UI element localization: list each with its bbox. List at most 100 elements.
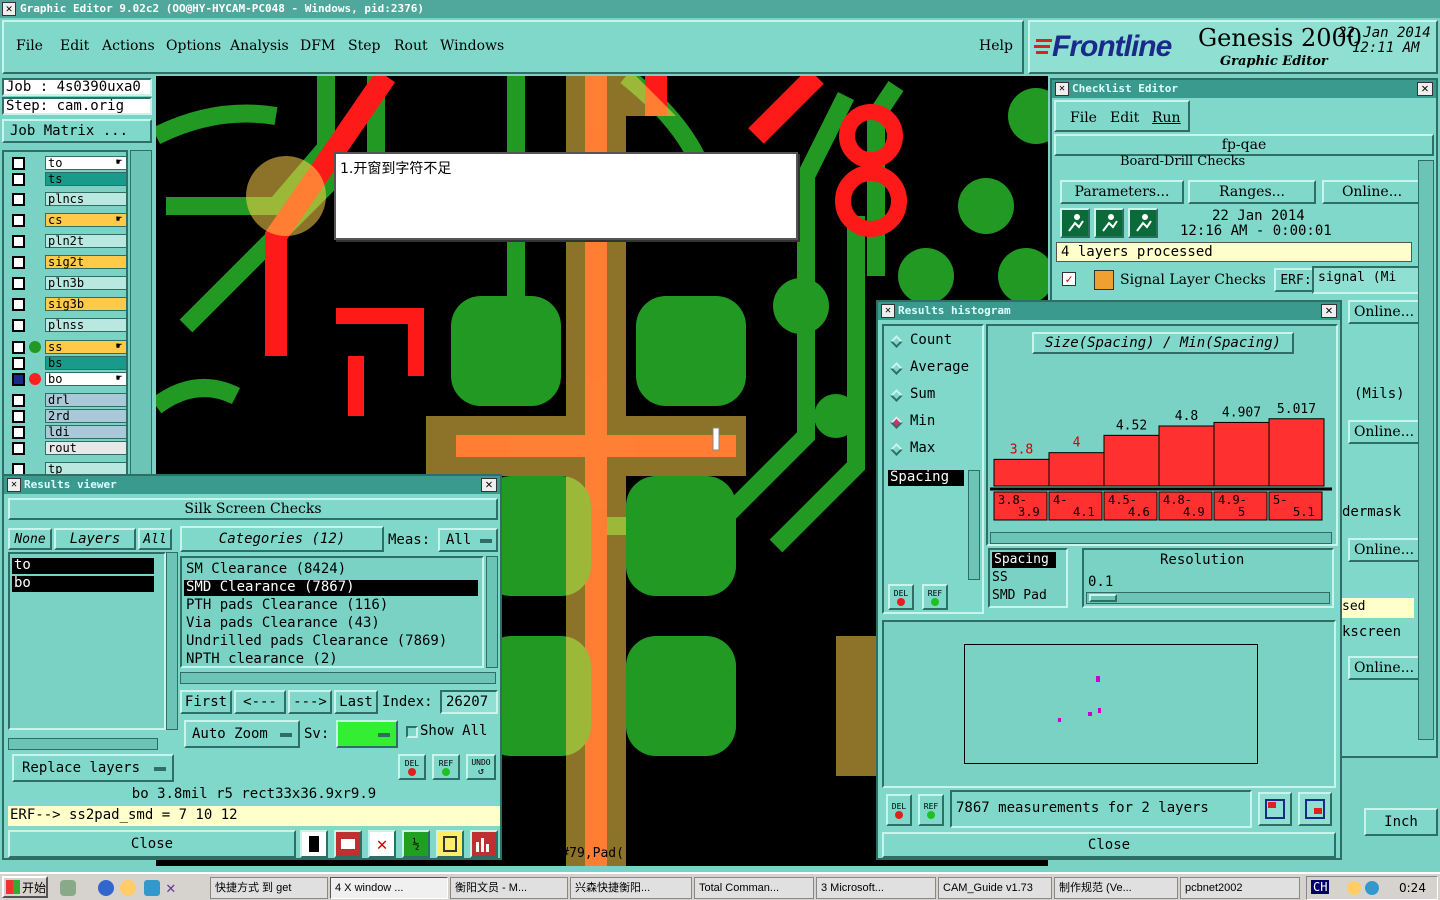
layer-checkbox[interactable] xyxy=(12,357,25,370)
layer-row-bs[interactable]: bs xyxy=(12,356,128,370)
next-button[interactable]: ---> xyxy=(288,690,332,714)
category-list-hscroll[interactable] xyxy=(180,672,496,684)
histogram-bar[interactable] xyxy=(1103,434,1160,487)
start-button[interactable]: 开始 xyxy=(2,876,48,898)
option-sum[interactable]: Sum xyxy=(890,386,980,406)
sizing-list-item[interactable]: SMD Pad xyxy=(992,588,1047,603)
histogram-del-button[interactable]: DEL xyxy=(888,584,914,610)
sizing-list-selected[interactable]: Spacing xyxy=(992,552,1056,568)
layer-list-vscroll[interactable] xyxy=(166,552,178,730)
online-button-5[interactable]: Online... xyxy=(1348,656,1420,680)
checklist-menu-edit[interactable]: Edit xyxy=(1110,110,1139,126)
layer-checkbox[interactable] xyxy=(12,426,25,439)
preview-ref-button[interactable]: REF xyxy=(918,794,944,826)
checklist-scrollbar[interactable] xyxy=(1418,160,1434,740)
lang-indicator[interactable]: CH xyxy=(1311,880,1330,894)
menu-dfm[interactable]: DFM xyxy=(300,38,335,54)
menu-edit[interactable]: Edit xyxy=(60,38,89,54)
ref-button[interactable]: REF xyxy=(432,754,460,780)
units-inch-button[interactable]: Inch xyxy=(1364,808,1438,836)
run-icon-2[interactable] xyxy=(1094,208,1124,238)
layer-row-plnss[interactable]: plnss xyxy=(12,318,128,332)
category-item[interactable]: SM Clearance (8424) xyxy=(184,562,478,578)
result-layer-item[interactable]: to xyxy=(12,558,154,574)
tool-icon-3[interactable]: ✕ xyxy=(368,830,396,858)
layer-row-pln2t[interactable]: pln2t xyxy=(12,234,128,248)
result-layer-item[interactable]: bo xyxy=(12,576,154,592)
layer-row-2rd[interactable]: 2rd xyxy=(12,409,128,423)
layer-checkbox[interactable] xyxy=(12,442,25,455)
quicklaunch-icon[interactable]: ✕ xyxy=(166,878,176,897)
menu-analysis[interactable]: Analysis xyxy=(230,38,289,54)
checklist-menu-run[interactable]: Run xyxy=(1152,110,1181,126)
option-max[interactable]: Max xyxy=(890,440,980,460)
quicklaunch-icon[interactable] xyxy=(98,880,114,896)
category-item[interactable]: PTH pads Clearance (116) xyxy=(184,598,478,614)
severity-color-select[interactable] xyxy=(336,720,398,748)
layer-row-plncs[interactable]: plncs xyxy=(12,192,128,206)
histogram-tool-icon[interactable] xyxy=(470,830,498,858)
layer-row-bo[interactable]: bo ☛ xyxy=(12,372,128,386)
replace-layers-select[interactable]: Replace layers xyxy=(12,754,174,782)
histogram-close-icon[interactable]: ✕ xyxy=(1321,304,1337,318)
menu-step[interactable]: Step xyxy=(348,38,380,54)
run-icon-3[interactable] xyxy=(1128,208,1158,238)
tool-icon-2[interactable] xyxy=(334,830,362,858)
zoom-in-icon[interactable] xyxy=(1258,792,1292,826)
histogram-bar[interactable] xyxy=(1048,452,1105,487)
preview-del-button[interactable]: DEL xyxy=(886,794,912,826)
option-count[interactable]: Count xyxy=(890,332,980,352)
check-enabled-icon[interactable]: ✓ xyxy=(1062,272,1076,286)
layer-checkbox[interactable] xyxy=(12,173,25,186)
spacing-list-item[interactable]: Spacing xyxy=(888,470,964,486)
undo-button[interactable]: UNDO ↺ xyxy=(466,754,496,780)
category-item[interactable]: Via pads Clearance (43) xyxy=(184,616,478,632)
layer-checkbox[interactable] xyxy=(12,235,25,248)
results-viewer-close-button[interactable]: Close xyxy=(8,830,296,858)
taskbar-item[interactable]: 兴森快捷衡阳... xyxy=(570,877,692,899)
checklist-menu-file[interactable]: File xyxy=(1070,110,1097,126)
run-icon-1[interactable] xyxy=(1060,208,1090,238)
layer-checkbox[interactable] xyxy=(12,277,25,290)
layer-list-scrollbar[interactable] xyxy=(130,150,152,476)
layer-row-sig3b[interactable]: sig3b xyxy=(12,297,128,311)
index-input[interactable]: 26207 xyxy=(440,690,498,714)
quicklaunch-icon[interactable] xyxy=(120,880,136,896)
layers-none-button[interactable]: None xyxy=(8,528,52,550)
histogram-close-button[interactable]: Close xyxy=(882,832,1336,858)
menu-actions[interactable]: Actions xyxy=(102,38,155,54)
layer-list-hscroll[interactable] xyxy=(8,738,158,750)
layer-row-pln3b[interactable]: pln3b xyxy=(12,276,128,290)
layer-row-ts[interactable]: ts xyxy=(12,172,128,186)
resolution-slider[interactable] xyxy=(1086,592,1330,604)
online-button-1[interactable]: Online... xyxy=(1322,180,1422,204)
layer-checkbox[interactable] xyxy=(12,373,25,386)
category-item[interactable]: SMD Clearance (7867) xyxy=(184,580,478,596)
quicklaunch-icon[interactable] xyxy=(60,880,76,896)
layer-row-rout[interactable]: rout xyxy=(12,441,128,455)
layer-checkbox[interactable] xyxy=(12,157,25,170)
taskbar-item[interactable]: CAM_Guide v1.73 xyxy=(938,877,1052,899)
sizing-list-item[interactable]: SS xyxy=(992,570,1008,585)
tray-icon[interactable] xyxy=(1365,881,1379,895)
layer-checkbox[interactable] xyxy=(12,193,25,206)
taskbar-item[interactable]: 衡阳文员 - M... xyxy=(450,877,568,899)
category-item[interactable]: NPTH clearance (2) xyxy=(184,652,478,668)
menu-file[interactable]: File xyxy=(16,38,43,54)
taskbar-item[interactable]: 3 Microsoft... xyxy=(816,877,936,899)
last-button[interactable]: Last xyxy=(334,690,378,714)
checklist-close-icon[interactable]: ✕ xyxy=(1417,82,1433,96)
layer-checkbox[interactable] xyxy=(12,214,25,227)
layer-checkbox[interactable] xyxy=(12,298,25,311)
online-button-3[interactable]: Online... xyxy=(1348,420,1420,444)
results-viewer-close-icon[interactable]: ✕ xyxy=(481,478,497,492)
menu-rout[interactable]: Rout xyxy=(394,38,428,54)
online-button-4[interactable]: Online... xyxy=(1348,538,1420,562)
meas-select[interactable]: All xyxy=(438,528,498,552)
taskbar-item[interactable]: pcbnet2002 xyxy=(1180,877,1300,899)
layer-checkbox[interactable] xyxy=(12,341,25,354)
taskbar-item[interactable]: 4 X window ... xyxy=(330,877,448,899)
layer-row-cs[interactable]: cs ☛ xyxy=(12,213,128,227)
job-matrix-button[interactable]: Job Matrix ... xyxy=(2,119,152,143)
taskbar-item[interactable]: 快捷方式 到 get xyxy=(210,877,328,899)
